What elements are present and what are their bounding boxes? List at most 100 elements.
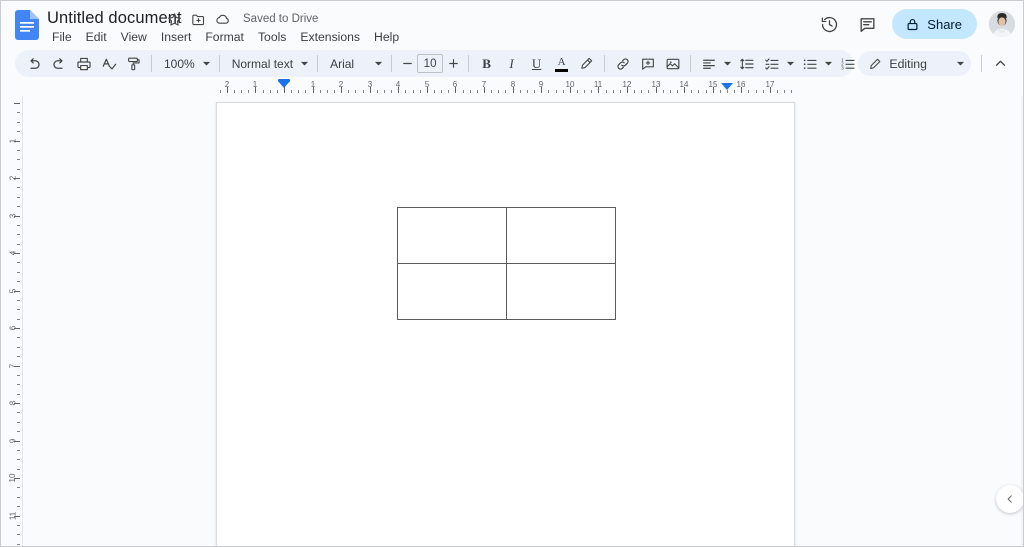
ruler-number: 12 [622, 80, 632, 89]
bulleted-list-icon[interactable] [797, 51, 822, 76]
print-icon[interactable] [71, 51, 96, 76]
decrease-font-size-button[interactable] [397, 51, 417, 76]
vertical-ruler-tick [17, 262, 20, 263]
document-title[interactable]: Untitled document [45, 7, 184, 29]
avatar[interactable] [989, 11, 1015, 37]
ruler-number: 1 [310, 80, 316, 89]
font-size-value: 10 [423, 57, 437, 70]
first-line-indent-bar[interactable] [278, 79, 290, 82]
ruler-number: 10 [565, 80, 575, 89]
vertical-ruler-tick [17, 234, 20, 235]
bold-button[interactable]: B [474, 51, 499, 76]
document-table[interactable] [397, 207, 616, 320]
vertical-ruler-tick [17, 272, 20, 273]
align-left-icon[interactable] [696, 51, 721, 76]
vertical-ruler[interactable]: 1 2 3 4 5 6 7 8 9 10 11 [1, 96, 23, 546]
ruler-tick [777, 90, 778, 93]
comment-history-icon[interactable] [850, 7, 884, 41]
toolbar-separator [391, 55, 393, 72]
left-indent-marker[interactable] [278, 81, 290, 88]
ruler-number: 15 [708, 80, 718, 89]
version-history-icon[interactable] [812, 7, 846, 41]
menu-view[interactable]: View [114, 28, 154, 46]
text-color-button[interactable]: A [549, 51, 574, 76]
chevron-down-icon [956, 59, 965, 68]
editing-mode-chip[interactable]: Editing [858, 51, 971, 76]
lock-icon [905, 17, 920, 32]
docs-file-icon[interactable] [15, 10, 39, 40]
vertical-ruler-tick [14, 103, 20, 104]
underline-button[interactable]: U [524, 51, 549, 76]
vertical-ruler-tick [17, 159, 20, 160]
star-icon[interactable] [167, 12, 182, 27]
vertical-ruler-tick [17, 375, 20, 376]
zoom-dropdown[interactable]: 100% [157, 52, 214, 75]
side-panel-toggle[interactable] [995, 471, 1023, 527]
share-button[interactable]: Share [892, 9, 977, 39]
italic-label: I [509, 55, 514, 71]
ruler-tick [763, 90, 764, 93]
align-dropdown-caret[interactable] [721, 51, 734, 76]
ruler-tick [634, 90, 635, 93]
document-canvas[interactable] [24, 96, 1023, 546]
font-size-input[interactable]: 10 [417, 54, 444, 73]
ruler-tick [248, 90, 249, 93]
bulleted-list-dropdown-caret[interactable] [822, 51, 835, 76]
collapse-toolbar-button[interactable] [988, 51, 1013, 76]
undo-icon[interactable] [21, 51, 46, 76]
ruler-tick [234, 90, 235, 93]
vertical-ruler-tick [17, 122, 20, 123]
redo-icon[interactable] [46, 51, 71, 76]
move-to-folder-icon[interactable] [191, 12, 206, 27]
paint-format-icon[interactable] [121, 51, 146, 76]
menu-format[interactable]: Format [198, 28, 251, 46]
vertical-ruler-tick [17, 187, 20, 188]
ruler-tick [677, 90, 678, 93]
ruler-tick [405, 90, 406, 93]
table-cell[interactable] [397, 263, 507, 320]
insert-link-icon[interactable] [610, 51, 635, 76]
title-action-icons: Saved to Drive [167, 11, 318, 27]
menu-edit[interactable]: Edit [79, 28, 114, 46]
ruler-tick [563, 90, 564, 93]
insert-image-icon[interactable] [660, 51, 685, 76]
vertical-ruler-tick [17, 497, 20, 498]
vertical-ruler-tick [17, 394, 20, 395]
vertical-ruler-tick [17, 300, 20, 301]
cloud-saved-icon[interactable] [215, 11, 231, 27]
add-comment-icon[interactable] [635, 51, 660, 76]
underline-label: U [531, 55, 542, 71]
checklist-dropdown-caret[interactable] [784, 51, 797, 76]
menu-file[interactable]: File [45, 28, 79, 46]
ruler-tick [720, 90, 721, 93]
right-indent-marker[interactable] [721, 83, 733, 90]
numbered-list-icon[interactable]: 1 2 3 [835, 51, 860, 76]
menu-insert[interactable]: Insert [154, 28, 198, 46]
horizontal-ruler[interactable]: 2 1 1 2 3 4 5 6 7 8 9 10 11 12 13 14 15 16 17 [1, 79, 1023, 96]
vertical-ruler-tick [17, 412, 20, 413]
menu-help[interactable]: Help [367, 28, 406, 46]
table-cell[interactable] [397, 207, 507, 264]
document-page[interactable] [216, 102, 795, 546]
table-cell[interactable] [506, 263, 616, 320]
bold-label: B [482, 55, 491, 71]
ruler-tick [756, 90, 757, 93]
save-status-text: Saved to Drive [243, 13, 319, 25]
table-row[interactable] [397, 207, 616, 264]
menu-extensions[interactable]: Extensions [293, 28, 367, 46]
italic-button[interactable]: I [499, 51, 524, 76]
toolbar-separator [604, 55, 606, 72]
ruler-number: 2 [338, 80, 344, 89]
font-family-dropdown[interactable]: Arial [323, 52, 386, 75]
ruler-tick [263, 90, 264, 93]
paragraph-style-dropdown[interactable]: Normal text [225, 52, 312, 75]
highlight-pen-icon[interactable] [574, 51, 599, 76]
table-row[interactable] [397, 263, 616, 320]
ruler-number: 5 [424, 80, 430, 89]
line-spacing-icon[interactable] [734, 51, 759, 76]
table-cell[interactable] [506, 207, 616, 264]
spellcheck-icon[interactable] [96, 51, 121, 76]
menu-tools[interactable]: Tools [251, 28, 293, 46]
increase-font-size-button[interactable] [443, 51, 463, 76]
checklist-icon[interactable] [759, 51, 784, 76]
